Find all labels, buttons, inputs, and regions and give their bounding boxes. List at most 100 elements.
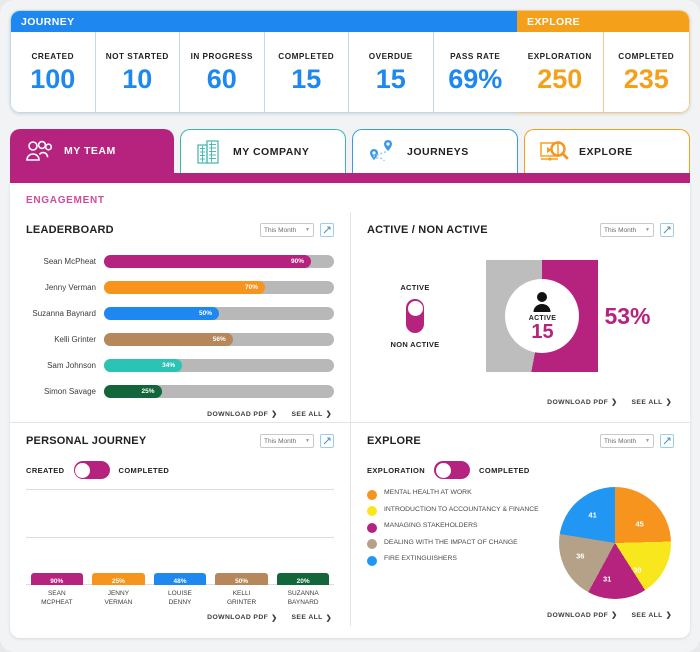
axis-label-line2: DENNY: [168, 598, 192, 606]
see-all-link[interactable]: SEE ALL ❯: [291, 614, 332, 622]
see-all-link[interactable]: SEE ALL ❯: [291, 410, 332, 419]
stat-value: 15: [291, 63, 322, 94]
stat-value: 60: [206, 63, 237, 94]
leaderboard-name: Suzanna Baynard: [32, 308, 96, 318]
card-title: LEADERBOARD: [26, 224, 114, 236]
card-tools: This Month ▼: [600, 223, 674, 237]
chevron-right-icon: ❯: [325, 614, 332, 622]
card-header: PERSONAL JOURNEY This Month ▼: [26, 431, 334, 451]
download-pdf-link[interactable]: DOWNLOAD PDF ❯: [547, 398, 618, 407]
explore-stats-group: EXPLORE EXPLORATION 250 COMPLETED 235: [517, 10, 690, 113]
explore-cells: EXPLORATION 250 COMPLETED 235: [517, 32, 689, 112]
period-select-explore[interactable]: This Month ▼: [600, 434, 654, 448]
stat-label: PASS RATE: [450, 51, 501, 61]
donut-area: ACTIVE 15 53%: [463, 260, 674, 372]
leaderboard-value: 90%: [290, 257, 304, 265]
chevron-right-icon: ❯: [665, 612, 672, 619]
toggle-knob: [75, 462, 90, 478]
leaderboard-track: 25%: [104, 384, 334, 398]
bar: 48%: [153, 573, 207, 585]
donut-percent-label: 53%: [604, 302, 651, 329]
card-header: ACTIVE / NON ACTIVE This Month ▼: [367, 220, 674, 240]
personal-journey-toggle[interactable]: [73, 461, 110, 479]
chevron-right-icon: ❯: [611, 399, 618, 406]
download-pdf-label: DOWNLOAD PDF: [207, 410, 269, 418]
stat-label: COMPLETED: [278, 51, 335, 61]
engagement-panel: ENGAGEMENT LEADERBOARD This Month ▼ Sean…: [10, 183, 690, 638]
download-pdf-link[interactable]: DOWNLOAD PDF ❯: [547, 611, 618, 620]
expand-button-personal-journey[interactable]: [320, 434, 334, 448]
see-all-label: SEE ALL: [631, 611, 663, 619]
expand-icon: [323, 437, 331, 445]
legend-color-dot: [367, 555, 377, 566]
map-pin-path-icon: [367, 138, 397, 166]
tab-my-team[interactable]: MY TEAM: [10, 129, 174, 173]
chevron-down-icon: ▼: [305, 438, 310, 444]
toggle-label-non-active: NON ACTIVE: [390, 340, 440, 349]
stat-pass-rate: PASS RATE 69%: [432, 32, 518, 112]
stat-label: OVERDUE: [368, 51, 413, 61]
leaderboard-fill: 56%: [104, 332, 233, 346]
pie-slice-value: 36: [576, 551, 585, 561]
legend-label: MENTAL HEALTH AT WORK: [384, 489, 472, 496]
legend-item: DEALING WITH THE IMPACT OF CHANGE: [367, 538, 556, 549]
see-all-link[interactable]: SEE ALL ❯: [631, 398, 672, 407]
see-all-link[interactable]: SEE ALL ❯: [631, 611, 672, 620]
tab-label: MY TEAM: [64, 145, 116, 157]
leaderboard-track: 50%: [104, 306, 334, 320]
video-search-icon: [539, 139, 569, 165]
tab-label: MY COMPANY: [233, 145, 310, 158]
tab-label: JOURNEYS: [407, 145, 469, 158]
toggle-label-active: ACTIVE: [400, 283, 430, 292]
chevron-right-icon: ❯: [611, 612, 618, 619]
active-chart-body: ACTIVE NON ACTIVE ACTIVE 15 53%: [367, 240, 674, 392]
period-select-active[interactable]: This Month ▼: [600, 223, 654, 237]
see-all-label: SEE ALL: [291, 410, 323, 418]
bar-value: 25%: [111, 578, 125, 585]
expand-icon: [663, 226, 671, 234]
chevron-down-icon: ▼: [645, 227, 650, 233]
download-pdf-link[interactable]: DOWNLOAD PDF ❯: [207, 410, 277, 419]
leaderboard-fill: 50%: [104, 306, 219, 320]
card-active-non-active: ACTIVE / NON ACTIVE This Month ▼ ACTIVE …: [350, 212, 690, 422]
tab-my-company[interactable]: MY COMPANY: [180, 129, 346, 173]
personal-journey-toggle-group: CREATED COMPLETED: [26, 461, 334, 479]
download-pdf-link[interactable]: DOWNLOAD PDF ❯: [207, 614, 277, 622]
tab-explore[interactable]: EXPLORE: [524, 129, 690, 173]
period-select-personal-journey[interactable]: This Month ▼: [260, 434, 314, 448]
card-tools: This Month ▼: [260, 223, 334, 237]
active-toggle-switch[interactable]: [406, 299, 424, 333]
stat-value: 10: [122, 63, 153, 94]
toggle-label-exploration: EXPLORATION: [367, 465, 426, 475]
period-value: This Month: [264, 226, 297, 234]
legend-label: MANAGING STAKEHOLDERS: [384, 522, 478, 529]
bar-value: 20%: [296, 578, 310, 585]
expand-button-leaderboard[interactable]: [320, 223, 334, 237]
expand-button-active[interactable]: [660, 223, 674, 237]
legend-label: DEALING WITH THE IMPACT OF CHANGE: [384, 538, 518, 546]
card-explore: EXPLORE This Month ▼ EXPLORATION COMPLET…: [350, 422, 690, 626]
active-toggle-group: ACTIVE NON ACTIVE: [367, 283, 463, 349]
legend-color-dot: [367, 522, 377, 533]
legend-item: INTRODUCTION TO ACCOUNTANCY & FINANCE: [367, 506, 556, 516]
list-item: Simon Savage 25%: [26, 378, 334, 404]
legend-item: MANAGING STAKEHOLDERS: [367, 522, 556, 533]
card-footer: DOWNLOAD PDF ❯ SEE ALL ❯: [26, 404, 334, 419]
leaderboard-fill: 90%: [104, 254, 311, 268]
leaderboard-value: 50%: [198, 309, 212, 317]
axis-label-line2: VERMAN: [104, 598, 133, 606]
explore-chart-body: MENTAL HEALTH AT WORK INTRODUCTION TO AC…: [367, 487, 674, 605]
tab-journeys[interactable]: JOURNEYS: [352, 129, 518, 173]
axis-label: SUZANNA BAYNARD: [277, 590, 329, 608]
card-footer: DOWNLOAD PDF ❯ SEE ALL ❯: [26, 608, 334, 622]
card-header: EXPLORE This Month ▼: [367, 431, 674, 451]
leaderboard-list: Sean McPheat 90% Jenny Verman 70% Suzann…: [26, 248, 334, 404]
period-select-leaderboard[interactable]: This Month ▼: [260, 223, 314, 237]
list-item: Sam Johnson 34%: [26, 352, 334, 378]
people-icon: [24, 139, 54, 163]
expand-button-explore[interactable]: [660, 434, 674, 448]
explore-toggle[interactable]: [434, 461, 471, 479]
leaderboard-track: 56%: [104, 332, 334, 346]
axis-label: SEAN MCPHEAT: [31, 590, 83, 608]
axis-label-line1: LOUISE: [168, 590, 192, 597]
